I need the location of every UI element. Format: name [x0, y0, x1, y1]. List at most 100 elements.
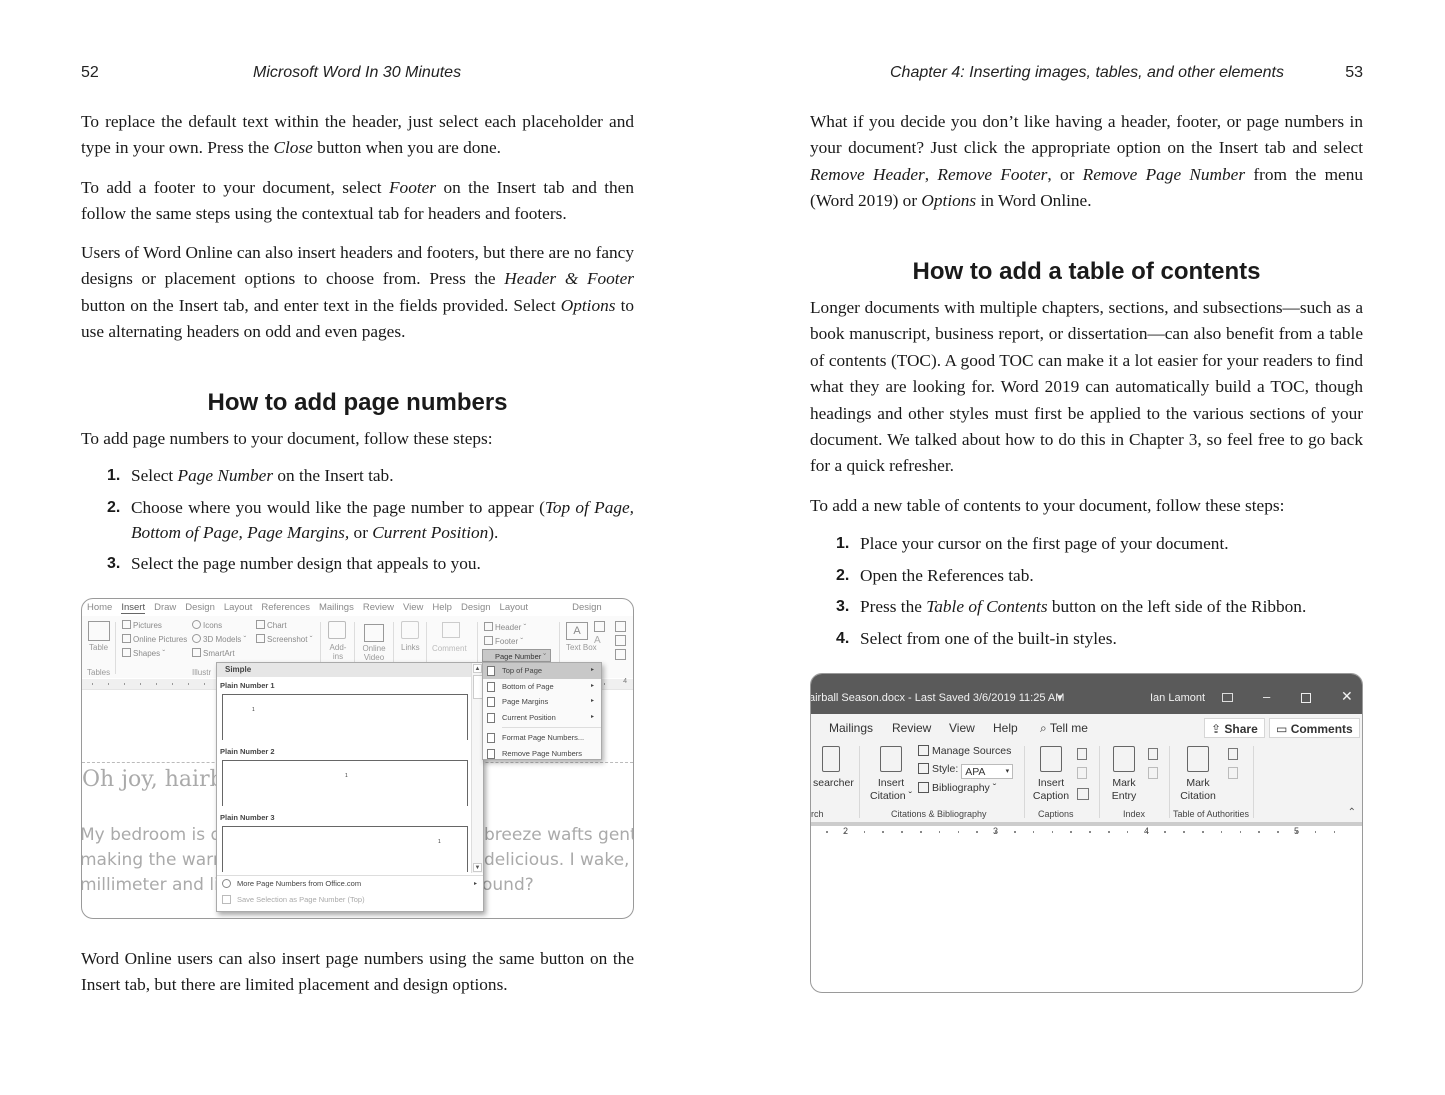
style-dropdown[interactable]: APA ▾: [961, 764, 1014, 779]
3d-models-button[interactable]: 3D Models ˇ: [192, 634, 246, 644]
bibliography-button[interactable]: Bibliography ˇ: [918, 782, 996, 794]
insert-citation-button[interactable]: Insert Citation ˇ: [867, 746, 915, 803]
gallery-label: Plain Number 1: [220, 681, 275, 690]
maximize-icon[interactable]: [1301, 693, 1311, 703]
update-index-icon[interactable]: [1148, 767, 1158, 779]
tab-design-ctx[interactable]: Design: [461, 602, 491, 613]
shapes-button[interactable]: Shapes ˇ: [122, 648, 165, 658]
insert-toa-icon[interactable]: [1228, 748, 1238, 760]
tab-help[interactable]: Help: [432, 602, 452, 613]
share-button[interactable]: ⇪ Share: [1204, 718, 1265, 738]
menu-item-current-position[interactable]: Current Position ▸: [483, 710, 601, 726]
tab-insert[interactable]: Insert: [121, 602, 146, 614]
scroll-up-icon[interactable]: ▲: [473, 664, 482, 673]
menu-item-bottom-of-page[interactable]: Bottom of Page ▸: [483, 679, 601, 695]
signature-icon[interactable]: [615, 621, 626, 632]
title-bar: airball Season.docx - Last Saved 3/6/201…: [811, 674, 1362, 714]
menu-divider: [502, 727, 601, 728]
tab-review[interactable]: Review: [363, 602, 394, 613]
insert-table-of-figures-icon[interactable]: [1077, 748, 1087, 760]
style-icon: [918, 763, 929, 774]
tab-view[interactable]: View: [403, 602, 423, 613]
scroll-down-icon[interactable]: ▼: [473, 863, 482, 872]
quick-parts-icon[interactable]: [594, 621, 605, 632]
object-icon[interactable]: [615, 649, 626, 660]
tab-draw[interactable]: Draw: [154, 602, 176, 613]
divider: [1169, 746, 1170, 818]
text-box-button[interactable]: Text Box: [566, 643, 597, 652]
ruler-tick: [1202, 831, 1204, 833]
insert-caption-button[interactable]: Insert Caption: [1031, 746, 1071, 803]
tab-help[interactable]: Help: [993, 721, 1018, 735]
gallery-footer: More Page Numbers from Office.com ▸ Save …: [217, 875, 483, 908]
doc-line: breeze wafts gent: [484, 825, 634, 845]
ruler-tick: [1296, 831, 1298, 833]
minimize-icon[interactable]: –: [1263, 689, 1270, 704]
user-name[interactable]: Ian Lamont: [1150, 692, 1205, 704]
pictures-icon: [122, 620, 131, 629]
tab-design-ctx2[interactable]: Design: [572, 602, 602, 613]
steps-intro: To add a new table of contents to your d…: [810, 496, 1285, 515]
ruler-tick: [124, 683, 125, 685]
ruler-tick: [1314, 831, 1317, 833]
date-time-icon[interactable]: [615, 635, 626, 646]
tab-layout[interactable]: Layout: [224, 602, 253, 613]
ruler-tick: [844, 831, 847, 833]
researcher-button[interactable]: searcher: [813, 746, 854, 790]
addins-button[interactable]: Add-ins: [328, 643, 348, 661]
chart-button[interactable]: Chart: [256, 620, 287, 630]
table-button[interactable]: Table: [89, 643, 108, 652]
wordart-icon[interactable]: A: [594, 635, 601, 646]
footer-button[interactable]: Footer ˇ: [484, 636, 523, 646]
tab-home[interactable]: Home: [87, 602, 112, 613]
divider: [859, 746, 860, 818]
header-button[interactable]: Header ˇ: [484, 622, 526, 632]
style-selector[interactable]: Style: APA ▾: [918, 763, 1014, 779]
gallery-item-plain-number-1[interactable]: 1: [222, 694, 468, 740]
tab-mailings[interactable]: Mailings: [319, 602, 354, 613]
title-dropdown-icon[interactable]: ▾: [1058, 692, 1063, 703]
update-toa-icon[interactable]: [1228, 767, 1238, 779]
more-page-numbers-item[interactable]: More Page Numbers from Office.com ▸: [217, 876, 483, 892]
tab-layout-ctx[interactable]: Layout: [500, 602, 529, 613]
collapse-ribbon-icon[interactable]: ⌃: [1348, 807, 1356, 818]
menu-item-format-page-numbers[interactable]: Format Page Numbers...: [483, 730, 601, 746]
tab-view[interactable]: View: [949, 721, 975, 735]
mark-citation-button[interactable]: Mark Citation: [1177, 746, 1219, 803]
tab-mailings[interactable]: Mailings: [829, 721, 873, 735]
gallery-item-plain-number-2[interactable]: 1: [222, 760, 468, 806]
insert-index-icon[interactable]: [1148, 748, 1158, 760]
citation-icon: [880, 746, 902, 772]
smartart-button[interactable]: SmartArt: [192, 648, 235, 658]
ruler-tick: [1032, 831, 1035, 833]
ruler-tick: [172, 683, 173, 685]
page-number-button[interactable]: Page Number ˇ: [482, 649, 551, 662]
pictures-button[interactable]: Pictures: [122, 620, 162, 630]
ruler-tick: [882, 831, 884, 833]
online-video-button[interactable]: Online Video: [360, 644, 388, 662]
icons-button[interactable]: Icons: [192, 620, 222, 630]
close-icon[interactable]: ✕: [1341, 688, 1353, 705]
mark-entry-button[interactable]: Mark Entry: [1107, 746, 1141, 803]
gallery-item-plain-number-3[interactable]: 1: [222, 826, 468, 872]
manage-sources-button[interactable]: Manage Sources: [918, 745, 1011, 757]
menu-item-remove-page-numbers[interactable]: Remove Page Numbers: [483, 746, 601, 762]
menu-item-page-margins[interactable]: Page Margins ▸: [483, 694, 601, 710]
screenshot-button[interactable]: Screenshot ˇ: [256, 634, 312, 644]
tab-references[interactable]: References: [261, 602, 310, 613]
cross-reference-icon[interactable]: [1077, 788, 1089, 800]
online-pictures-button[interactable]: Online Pictures: [122, 634, 187, 644]
tab-design[interactable]: Design: [185, 602, 215, 613]
page-number: 53: [1345, 64, 1363, 81]
menu-item-top-of-page[interactable]: Top of Page ▸: [483, 663, 601, 679]
links-button[interactable]: Links: [401, 643, 420, 652]
page-number: 52: [81, 64, 99, 81]
comment-button[interactable]: Comment: [432, 644, 467, 653]
running-head: Chapter 4: Inserting images, tables, and…: [890, 64, 1284, 81]
tab-review[interactable]: Review: [892, 721, 931, 735]
save-selection-item[interactable]: Save Selection as Page Number (Top): [217, 892, 483, 908]
update-table-icon[interactable]: [1077, 767, 1087, 779]
comments-button[interactable]: ▭ Comments: [1269, 718, 1360, 738]
tell-me-search[interactable]: ⌕ Tell me: [1040, 721, 1088, 736]
ribbon-display-icon[interactable]: [1222, 693, 1233, 702]
